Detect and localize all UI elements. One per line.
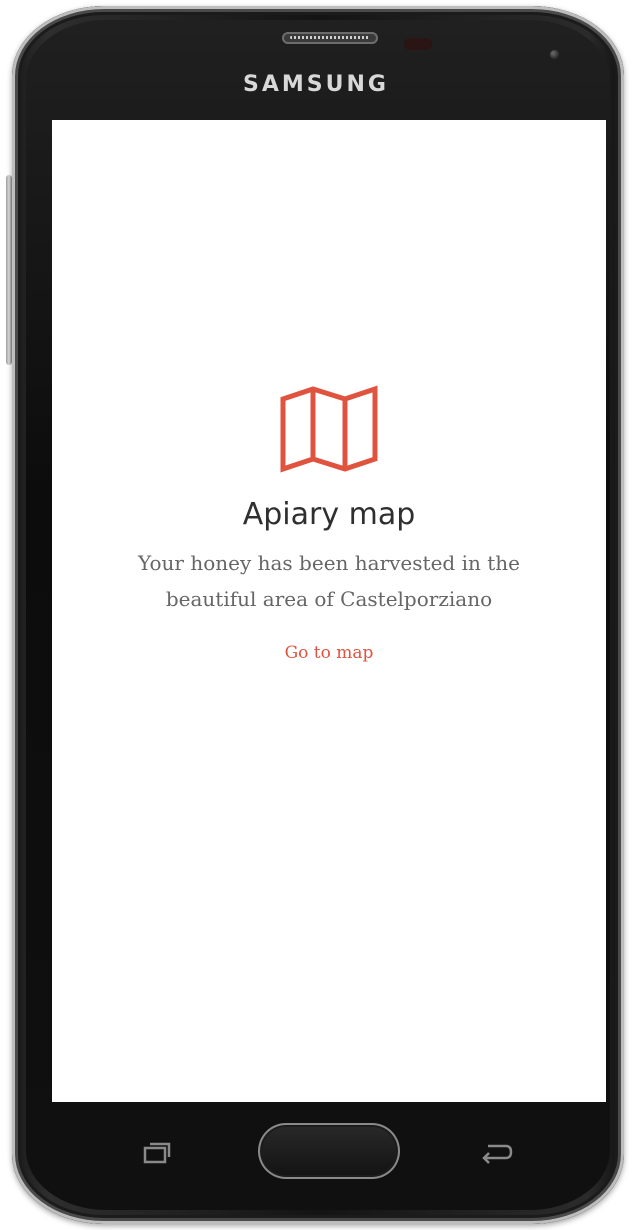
proximity-sensor: [404, 38, 432, 50]
earpiece-speaker: [282, 32, 378, 44]
front-camera: [550, 50, 559, 59]
description-text: Your honey has been harvested in the bea…: [138, 551, 520, 611]
map-icon: [280, 385, 378, 473]
home-button[interactable]: [258, 1123, 400, 1179]
app-screen: Apiary map Your honey has been harvested…: [52, 120, 606, 1102]
map-card: Apiary map Your honey has been harvested…: [52, 385, 606, 663]
page-title: Apiary map: [242, 497, 416, 532]
recent-apps-icon[interactable]: [143, 1142, 171, 1164]
stage: SAMSUNG Apiary map Your honey has been h…: [0, 0, 632, 1230]
back-icon[interactable]: [478, 1140, 514, 1164]
brand-logo: SAMSUNG: [243, 72, 389, 97]
go-to-map-link[interactable]: Go to map: [285, 643, 374, 663]
